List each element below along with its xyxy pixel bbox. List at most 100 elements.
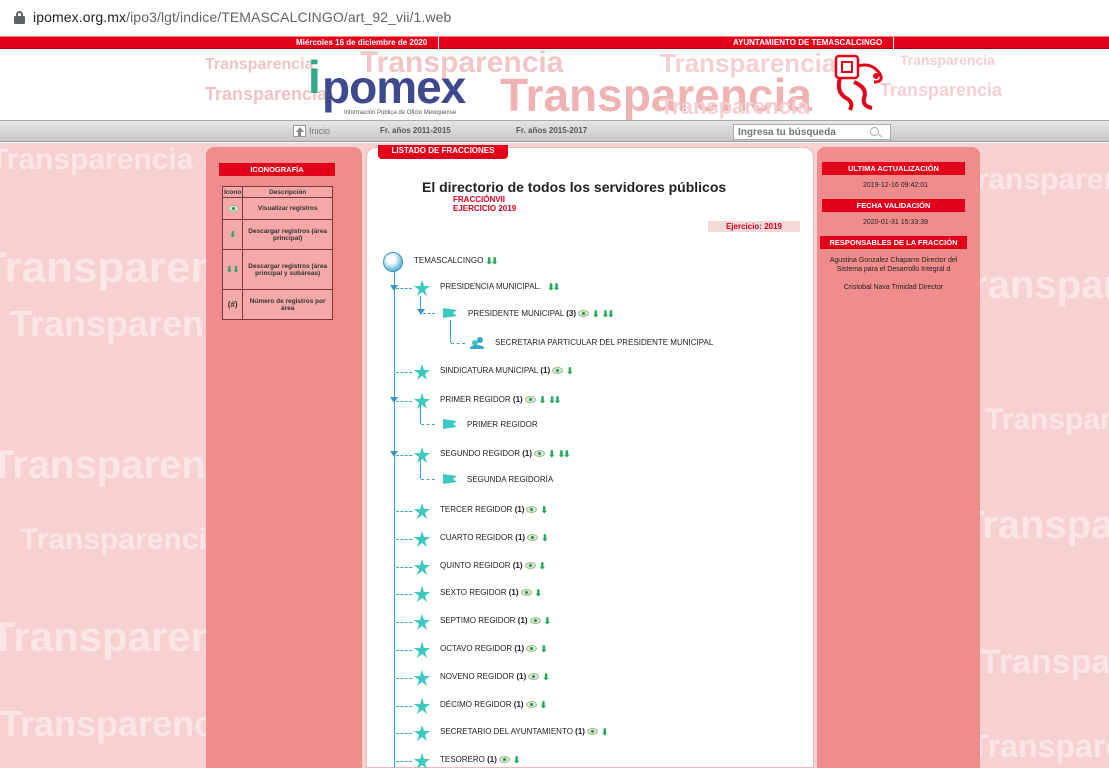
tree-node-label[interactable]: TESORERO (1) ⬇ (440, 755, 520, 765)
view-icon[interactable] (534, 450, 546, 458)
tree-node-label[interactable]: PRESIDENTE MUNICIPAL (3) ⬇ ⬇⬇ (468, 309, 615, 319)
tree-node-label[interactable]: NOVENO REGIDOR (1) ⬇ (440, 672, 550, 682)
home-link[interactable]: Inicio (293, 125, 330, 137)
responsable-item: Agustina Gonzalez Chaparro Director del … (829, 257, 958, 273)
ipomex-logo[interactable]: i pomex Información Pública de Oficio Me… (300, 54, 490, 120)
node-count: (1) (508, 588, 519, 597)
tree-node-label[interactable]: SEXTO REGIDOR (1) ⬇ (440, 588, 542, 598)
tree-root-label[interactable]: TEMASCALCINGO ⬇⬇ (414, 256, 498, 266)
tree-node-label[interactable]: CUARTO REGIDOR (1) ⬇ (440, 533, 549, 543)
download-icon[interactable]: ⬇ (540, 700, 548, 709)
node-text: SEPTIMO REGIDOR (440, 616, 516, 625)
download-icon[interactable]: ⬇ (513, 755, 521, 764)
tree-node-label[interactable]: SEPTIMO REGIDOR (1) ⬇ (440, 616, 551, 626)
star-node-icon (414, 614, 430, 630)
watermark-text: Transparencia (660, 50, 837, 78)
search-icon[interactable] (870, 127, 879, 136)
tree-node-label[interactable]: SEGUNDA REGIDORÍA (467, 475, 553, 485)
download-all-icon[interactable]: ⬇⬇ (548, 395, 561, 404)
tree-node-label[interactable]: SINDICATURA MUNICIPAL (1) ⬇ (440, 366, 574, 376)
nav-bar: Inicio Fr. años 2011-2015 Fr. años 2015-… (0, 120, 1109, 142)
view-icon[interactable] (498, 756, 510, 764)
current-date: Miércoles 16 de diciembre de 2020 (296, 38, 428, 47)
flag-node-icon (443, 419, 457, 429)
node-text: SINDICATURA MUNICIPAL (440, 366, 539, 375)
table-cell: Descargar registros (área principal) (242, 219, 333, 250)
download-all-icon[interactable]: ⬇⬇ (547, 282, 560, 291)
tree-node-label[interactable]: QUINTO REGIDOR (1) ⬇ (440, 561, 546, 571)
tree-node-label[interactable]: PRESIDENCIA MUNICIPAL. ⬇⬇ (440, 282, 560, 292)
download-icon[interactable]: ⬇ (539, 395, 547, 404)
download-icon[interactable]: ⬇ (548, 449, 556, 458)
download-icon[interactable]: ⬇ (544, 616, 552, 625)
search-input[interactable] (733, 124, 891, 140)
table-cell: Número de registros por área (242, 289, 333, 320)
download-all-icon[interactable]: ⬇⬇ (602, 309, 615, 318)
tree-node-label[interactable]: PRIMER REGIDOR (1) ⬇ ⬇⬇ (440, 395, 561, 405)
expand-arrow-icon[interactable] (390, 451, 398, 457)
tree-node-label[interactable]: OCTAVO REGIDOR (1) ⬇ (440, 644, 548, 654)
view-icon[interactable] (526, 506, 538, 514)
download-all-icon[interactable]: ⬇⬇ (558, 449, 571, 458)
people-icon (470, 337, 484, 349)
address-bar[interactable]: ipomex.org.mx/ipo3/lgt/indice/TEMASCALCI… (0, 0, 1109, 34)
download-icon[interactable]: ⬇ (592, 309, 600, 318)
view-icon[interactable] (524, 396, 536, 404)
tree-node-label[interactable]: PRIMER REGIDOR (467, 420, 538, 430)
view-icon[interactable] (524, 562, 536, 570)
view-icon[interactable] (526, 645, 538, 653)
view-icon[interactable] (578, 310, 590, 318)
node-count: (1) (522, 449, 533, 458)
download-icon[interactable]: ⬇ (541, 533, 549, 542)
download-icon[interactable]: ⬇ (542, 672, 550, 681)
download-icon: ⬇ (221, 219, 244, 250)
download-icon[interactable]: ⬇ (540, 644, 548, 653)
node-text: PRESIDENCIA MUNICIPAL. (440, 282, 542, 291)
view-icon[interactable] (528, 673, 540, 681)
node-text: SECRETARIO DEL AYUNTAMIENTO (440, 727, 573, 736)
view-icon[interactable] (552, 367, 564, 375)
tree-connector (421, 424, 435, 425)
listado-tab: LISTADO DE FRACCIONES (378, 145, 508, 159)
table-cell: Visualizar registros (242, 197, 333, 220)
star-node-icon (414, 447, 430, 463)
node-count: (1) (540, 366, 551, 375)
download-icon[interactable]: ⬇ (535, 588, 543, 597)
download-icon[interactable]: ⬇ (539, 561, 547, 570)
node-text: DÉCIMO REGIDOR (440, 700, 512, 709)
watermark-text: Transparencia (960, 163, 1109, 196)
expand-arrow-icon[interactable] (417, 309, 425, 315)
star-node-icon (414, 698, 430, 714)
download-icon[interactable]: ⬇ (566, 366, 574, 375)
responsable-item: Cristobal Nava Trinidad Director (843, 284, 944, 291)
logo-letter-i: i (308, 51, 321, 103)
watermark-text: Transparencia (205, 56, 314, 73)
tree-node-label[interactable]: TERCER REGIDOR (1) ⬇ (440, 505, 548, 515)
logo-wordmark: pomex (322, 61, 466, 113)
view-icon[interactable] (527, 534, 539, 542)
watermark-text: Transparencia (970, 728, 1109, 764)
view-icon[interactable] (525, 701, 537, 709)
view-icon[interactable] (529, 617, 541, 625)
tree-node-label[interactable]: SECRETARIA PARTICULAR DEL PRESIDENTE MUN… (495, 338, 713, 348)
tree-node-label[interactable]: DÉCIMO REGIDOR (1) ⬇ (440, 700, 547, 710)
tree-node-label[interactable]: SEGUNDO REGIDOR (1) ⬇ ⬇⬇ (440, 449, 571, 459)
tree-node-label[interactable]: SECRETARIO DEL AYUNTAMIENTO (1) ⬇ (440, 727, 608, 737)
link-2011-2015[interactable]: Fr. años 2011-2015 (380, 126, 451, 135)
tree-connector (396, 511, 412, 512)
url-text[interactable]: ipomex.org.mx/ipo3/lgt/indice/TEMASCALCI… (33, 9, 451, 25)
tree-connector (396, 455, 412, 456)
download-icon[interactable]: ⬇ (601, 727, 609, 736)
expand-arrow-icon[interactable] (390, 397, 398, 403)
download-icon[interactable]: ⬇ (540, 505, 548, 514)
view-icon[interactable] (520, 589, 532, 597)
node-text: QUINTO REGIDOR (440, 561, 511, 570)
view-icon (221, 197, 244, 220)
mascot-logo (834, 54, 883, 111)
root-node-icon[interactable] (383, 252, 403, 272)
star-node-icon (414, 670, 430, 686)
link-2015-2017[interactable]: Fr. años 2015-2017 (516, 126, 587, 135)
view-icon[interactable] (586, 728, 598, 736)
download-all-icon[interactable]: ⬇⬇ (485, 256, 498, 265)
ejercicio-selector[interactable]: Ejercicio: 2019 (708, 221, 800, 232)
